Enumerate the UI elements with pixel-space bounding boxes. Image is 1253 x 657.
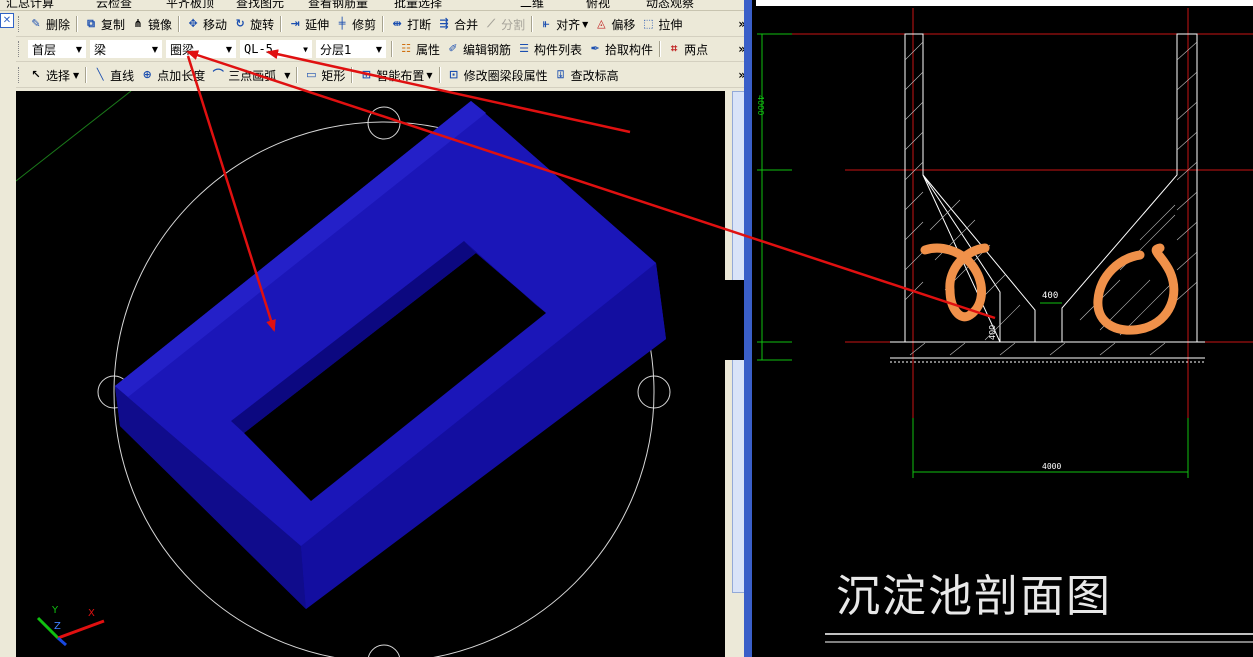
arrow-to-component-select [266,49,631,134]
arrow-to-beam-model [186,55,276,332]
arrow-to-type-select [186,50,996,320]
annotation-arrows [186,49,996,332]
